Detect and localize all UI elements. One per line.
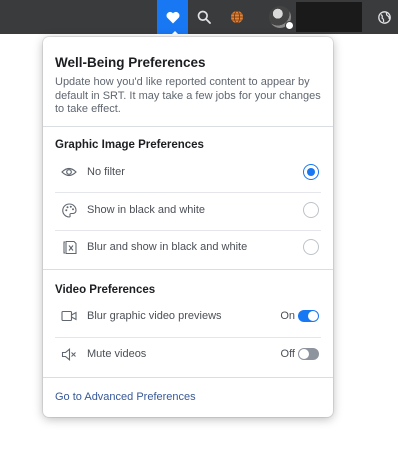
language-button[interactable] — [223, 0, 251, 34]
search-button[interactable] — [190, 0, 218, 34]
radio-blur-black-and-white[interactable] — [303, 239, 319, 255]
video-preferences-heading: Video Preferences — [55, 284, 156, 296]
panel-title: Well-Being Preferences — [55, 55, 206, 70]
mute-speaker-icon — [60, 345, 78, 363]
profile-name-box[interactable] — [296, 2, 362, 32]
palette-icon — [60, 201, 78, 219]
blur-video-toggle[interactable]: On — [280, 310, 319, 322]
mute-videos-toggle[interactable]: Off — [281, 348, 319, 360]
toggle-state-text: On — [280, 310, 295, 322]
blur-image-icon — [60, 238, 78, 256]
toggle-state-text: Off — [280, 348, 295, 360]
panel-description: Update how you'd like reported content t… — [55, 76, 321, 115]
radio-no-filter[interactable] — [303, 164, 319, 180]
option-black-and-white[interactable]: Show in black and white — [55, 196, 321, 224]
status-dot — [285, 21, 294, 30]
option-label: Mute videos — [87, 348, 147, 360]
avatar — [269, 6, 294, 30]
video-camera-icon — [60, 307, 78, 325]
globe-icon — [231, 10, 243, 24]
section-divider — [43, 269, 333, 270]
option-label: No filter — [87, 166, 125, 178]
well-being-preferences-panel: Well-Being Preferences Update how you'd … — [43, 37, 333, 417]
option-blur-black-and-white[interactable]: Blur and show in black and white — [55, 233, 321, 261]
world-icon — [377, 10, 391, 24]
radio-black-and-white[interactable] — [303, 202, 319, 218]
section-divider — [43, 377, 333, 378]
row-divider — [55, 192, 321, 193]
advanced-preferences-link[interactable]: Go to Advanced Preferences — [55, 391, 196, 403]
top-navigation-bar — [0, 0, 398, 34]
option-label: Show in black and white — [87, 204, 206, 216]
toggle-switch[interactable] — [298, 348, 319, 360]
graphic-image-preferences-heading: Graphic Image Preferences — [55, 139, 204, 151]
option-label: Blur graphic video previews — [87, 310, 222, 322]
row-divider — [55, 230, 321, 231]
well-being-button[interactable] — [157, 0, 188, 34]
option-blur-video-previews[interactable]: Blur graphic video previews On — [55, 302, 321, 330]
option-mute-videos[interactable]: Mute videos Off — [55, 340, 321, 368]
world-button[interactable] — [371, 0, 397, 34]
eye-icon — [60, 163, 78, 181]
search-icon — [197, 10, 211, 24]
profile-button[interactable] — [265, 0, 295, 34]
option-label: Blur and show in black and white — [87, 241, 248, 253]
option-no-filter[interactable]: No filter — [55, 158, 321, 186]
heart-icon — [166, 11, 179, 23]
toggle-switch[interactable] — [298, 310, 319, 322]
section-divider — [43, 126, 333, 127]
row-divider — [55, 337, 321, 338]
